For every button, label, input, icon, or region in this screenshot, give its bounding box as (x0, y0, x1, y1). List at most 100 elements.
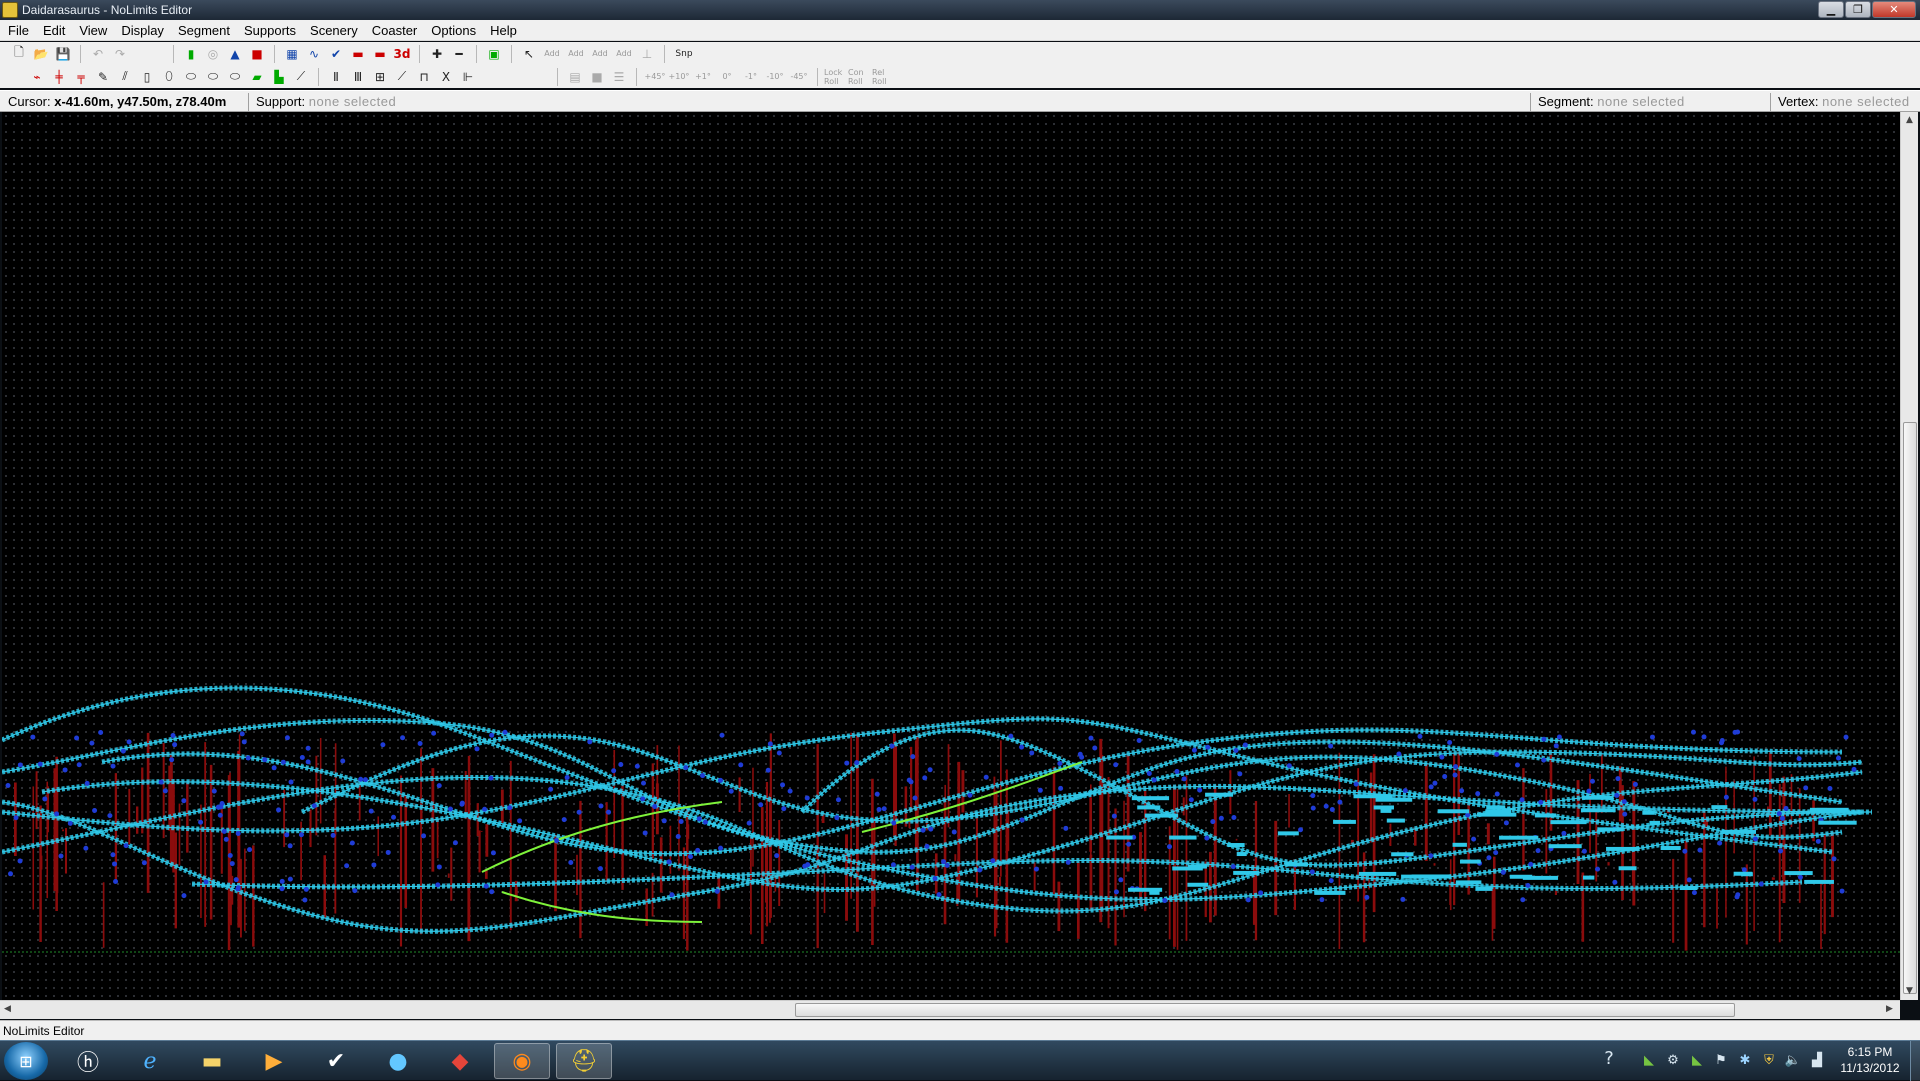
open-folder-icon[interactable]: 📂 (30, 44, 52, 64)
menu-scenery[interactable]: Scenery (304, 23, 366, 38)
view-1-icon[interactable]: ▤ (564, 67, 586, 87)
segment-icon[interactable]: ⫽ (114, 67, 136, 87)
footer-4-icon[interactable]: ⬭ (224, 67, 246, 87)
hp-icon[interactable]: ⓗ (60, 1043, 116, 1079)
snap-icon[interactable]: Snp (671, 44, 697, 64)
file-explorer-icon[interactable]: ▬ (184, 1043, 240, 1079)
tower-2-icon[interactable]: Ⅲ (347, 67, 369, 87)
redo-icon[interactable]: ↷ (109, 44, 131, 64)
horizontal-scroll-thumb[interactable] (795, 1003, 1735, 1017)
check-icon[interactable]: ✔ (325, 44, 347, 64)
traffic-light-icon[interactable]: ▮ (180, 44, 202, 64)
scroll-right-icon[interactable]: ▶ (1886, 1004, 1893, 1014)
joint-icon[interactable]: ╤ (70, 67, 92, 87)
nolimits-icon[interactable]: ⛑ (556, 1043, 612, 1079)
angle-minus10-button[interactable]: -10° (763, 67, 787, 87)
scroll-down-icon[interactable]: ▼ (1906, 986, 1913, 996)
train-icon[interactable]: ▬ (347, 44, 369, 64)
angle-minus1-button[interactable]: -1° (739, 67, 763, 87)
horizontal-scrollbar[interactable]: ◀ ▶ (0, 1000, 1900, 1019)
signal-icon[interactable]: ▟ (1808, 1051, 1826, 1069)
scroll-left-icon[interactable]: ◀ (4, 1004, 11, 1014)
view-3-icon[interactable]: ☰ (608, 67, 630, 87)
tower-4-icon[interactable]: ⟋ (391, 67, 413, 87)
con-roll-button[interactable]: Con Roll (848, 67, 872, 87)
save-icon[interactable]: 💾 (52, 44, 74, 64)
show-desktop-button[interactable] (1910, 1041, 1920, 1081)
blue-orb-icon[interactable]: ● (370, 1043, 426, 1079)
menu-options[interactable]: Options (425, 23, 484, 38)
screen-icon[interactable]: ▣ (483, 44, 505, 64)
beam-icon[interactable]: ▰ (246, 67, 268, 87)
station-icon[interactable]: ■ (246, 44, 268, 64)
3d-view-icon[interactable]: 3d (391, 44, 413, 64)
menu-segment[interactable]: Segment (172, 23, 238, 38)
pillar-icon[interactable]: ▯ (136, 67, 158, 87)
tower-5-icon[interactable]: ⊓ (413, 67, 435, 87)
editor-viewport[interactable] (2, 112, 1900, 1000)
add-base-icon[interactable]: ⊥ (636, 44, 658, 64)
footer-3-icon[interactable]: ⬭ (202, 67, 224, 87)
windows-start-icon[interactable]: ⊞ (4, 1042, 48, 1080)
add-support-icon[interactable]: Add (588, 44, 612, 64)
base-icon[interactable]: ▙ (268, 67, 290, 87)
tasks-icon[interactable]: ✔ (308, 1043, 364, 1079)
add-tree-icon[interactable]: Add (612, 44, 636, 64)
track-icon[interactable]: ⌁ (26, 67, 48, 87)
shield-icon[interactable]: ⛨ (1760, 1051, 1778, 1069)
menu-help[interactable]: Help (484, 23, 525, 38)
add-vertex-icon[interactable]: Add (540, 44, 564, 64)
tower-6-icon[interactable]: Ⅹ (435, 67, 457, 87)
close-button[interactable]: ✕ (1872, 1, 1916, 18)
menu-file[interactable]: File (2, 23, 37, 38)
firefox-icon[interactable]: ◉ (494, 1043, 550, 1079)
new-file-icon[interactable]: 🗋 (8, 44, 30, 64)
menu-supports[interactable]: Supports (238, 23, 304, 38)
tower-1-icon[interactable]: Ⅱ (325, 67, 347, 87)
system-clock[interactable]: 6:15 PM 11/13/2012 (1832, 1044, 1908, 1076)
ruler-icon[interactable]: ✎ (92, 67, 114, 87)
tower-3-icon[interactable]: ⊞ (369, 67, 391, 87)
menu-display[interactable]: Display (115, 23, 172, 38)
train-alt-icon[interactable]: ▬ (369, 44, 391, 64)
minus-icon[interactable]: ━ (448, 44, 470, 64)
vertical-scrollbar[interactable]: ▲ ▼ (1900, 112, 1918, 1000)
coaster-track-view[interactable] (2, 112, 1900, 1000)
footer-1-icon[interactable]: ⬯ (158, 67, 180, 87)
menu-edit[interactable]: Edit (37, 23, 73, 38)
menu-view[interactable]: View (73, 23, 115, 38)
pyramid-icon[interactable]: ▲ (224, 44, 246, 64)
angle-plus10-button[interactable]: +10° (667, 67, 691, 87)
angle-minus45-button[interactable]: -45° (787, 67, 811, 87)
add-segment-icon[interactable]: Add (564, 44, 588, 64)
steam-icon[interactable]: ⚙ (1664, 1051, 1682, 1069)
bluetooth-icon[interactable]: ✱ (1736, 1051, 1754, 1069)
lock-roll-button[interactable]: Lock Roll (824, 67, 848, 87)
view-2-icon[interactable]: ■ (586, 67, 608, 87)
flag-icon[interactable]: ⚑ (1712, 1051, 1730, 1069)
red-app-icon[interactable]: ◆ (432, 1043, 488, 1079)
undo-icon[interactable]: ↶ (87, 44, 109, 64)
grid-icon[interactable]: ▦ (281, 44, 303, 64)
maximize-button[interactable]: ❐ (1845, 1, 1871, 18)
internet-explorer-icon[interactable]: ℯ (122, 1043, 178, 1079)
network-icon[interactable]: ◣ (1688, 1051, 1706, 1069)
angle-plus1-button[interactable]: +1° (691, 67, 715, 87)
angle-zero-button[interactable]: 0° (715, 67, 739, 87)
plus-icon[interactable]: ✚ (426, 44, 448, 64)
volume-icon[interactable]: 🔈 (1784, 1051, 1802, 1069)
footer-2-icon[interactable]: ⬭ (180, 67, 202, 87)
pointer-icon[interactable]: ↖ (518, 44, 540, 64)
nvidia-icon[interactable]: ◣ (1640, 1051, 1658, 1069)
vertical-scroll-thumb[interactable] (1903, 422, 1917, 994)
split-icon[interactable]: ╪ (48, 67, 70, 87)
tower-7-icon[interactable]: ⊩ (457, 67, 479, 87)
minimize-button[interactable]: ▁ (1818, 1, 1844, 18)
wave-icon[interactable]: ∿ (303, 44, 325, 64)
scroll-up-icon[interactable]: ▲ (1906, 115, 1913, 125)
wedge-icon[interactable]: ⟋ (290, 67, 312, 87)
rel-roll-button[interactable]: Rel Roll (872, 67, 896, 87)
circle-icon[interactable]: ◎ (202, 44, 224, 64)
menu-coaster[interactable]: Coaster (366, 23, 426, 38)
help-icon[interactable]: ? (1600, 1048, 1618, 1069)
